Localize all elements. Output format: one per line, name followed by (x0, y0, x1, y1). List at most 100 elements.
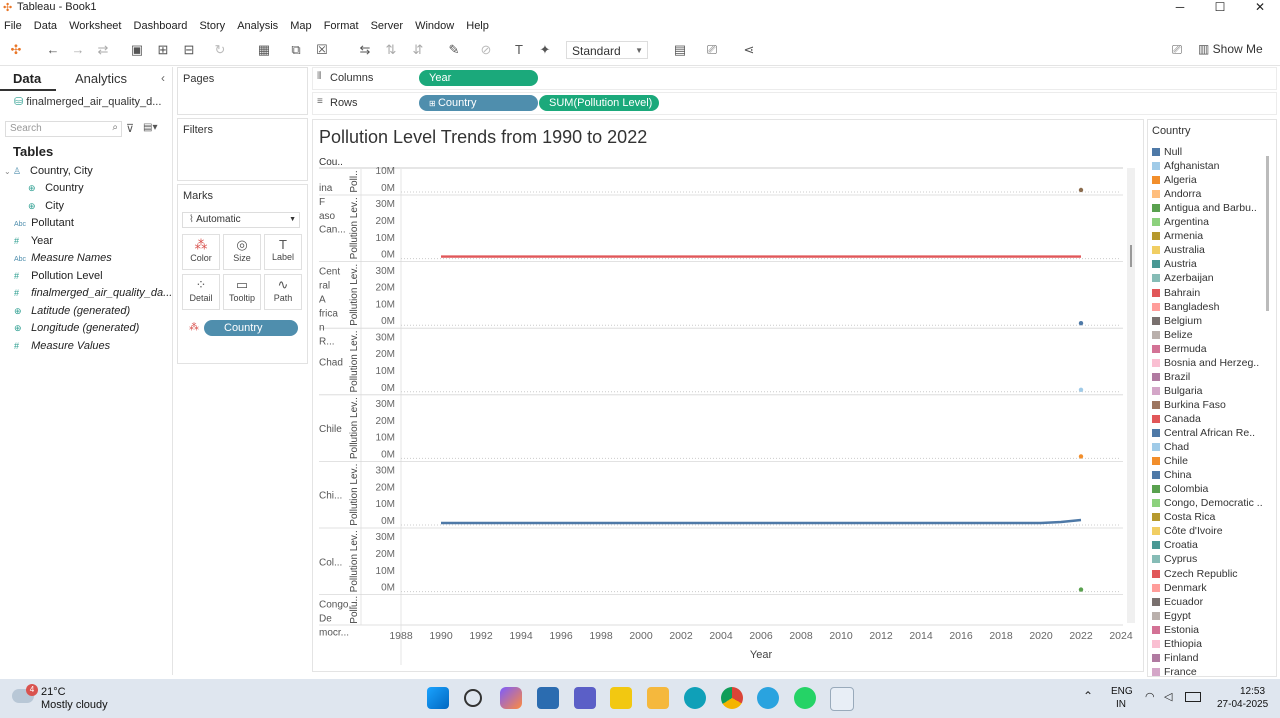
search-input[interactable]: Search ⌕ (5, 121, 122, 137)
legend-item[interactable]: Congo, Democratic .. (1152, 496, 1263, 510)
pause-updates-icon[interactable]: ⊟ (181, 42, 197, 58)
duplicate-icon[interactable]: ⧉ (288, 42, 304, 58)
tableau-taskbar-icon[interactable] (830, 687, 854, 711)
legend-item[interactable]: Czech Republic (1152, 567, 1238, 581)
legend-item[interactable]: Argentina (1152, 215, 1209, 229)
legend-item[interactable]: Azerbaijan (1152, 271, 1214, 285)
collapse-pane-icon[interactable]: ‹ (161, 71, 165, 85)
menu-server[interactable]: Server (371, 17, 403, 35)
share-icon[interactable]: ⋖ (741, 42, 757, 58)
legend-item[interactable]: Null (1152, 145, 1182, 159)
group-icon[interactable]: ⊘ (478, 42, 494, 58)
label-button[interactable]: T Label (264, 234, 302, 270)
save-icon[interactable]: ▣ (129, 42, 145, 58)
legend-item[interactable]: Costa Rica (1152, 510, 1215, 524)
field-longitude[interactable]: ⊕ Longitude (generated) (14, 320, 139, 336)
legend-item[interactable]: Bermuda (1152, 342, 1207, 356)
tab-data[interactable]: Data (13, 71, 41, 86)
pollution-row-pill[interactable]: SUM(Pollution Level) (539, 95, 659, 111)
legend-item[interactable]: Afghanistan (1152, 159, 1219, 173)
menu-format[interactable]: Format (324, 17, 359, 35)
legend-item[interactable]: Andorra (1152, 187, 1201, 201)
country-row-pill[interactable]: ⊞ Country (419, 95, 538, 111)
tooltip-button[interactable]: ▭ Tooltip (223, 274, 261, 310)
field-pollutant[interactable]: Abc Pollutant (14, 215, 74, 231)
teams-chat-icon[interactable] (537, 687, 559, 709)
copilot-icon[interactable] (500, 687, 522, 709)
legend-item[interactable]: France (1152, 665, 1197, 676)
replay-icon[interactable]: ⇄ (95, 42, 111, 58)
presentation-icon[interactable]: ⎚ (704, 42, 720, 58)
legend-item[interactable]: Finland (1152, 651, 1198, 665)
chrome-icon[interactable] (721, 687, 743, 709)
labels-icon[interactable]: T (511, 42, 527, 58)
field-measure-values[interactable]: # Measure Values (14, 338, 110, 354)
legend-item[interactable]: Algeria (1152, 173, 1197, 187)
legend-item[interactable]: Chile (1152, 454, 1188, 468)
legend-item[interactable]: Armenia (1152, 229, 1203, 243)
new-datasource-icon[interactable]: ⊞ (155, 42, 171, 58)
legend-item[interactable]: Cyprus (1152, 552, 1197, 566)
field-city[interactable]: ⊕ City (28, 198, 64, 214)
menu-window[interactable]: Window (415, 17, 454, 35)
legend-item[interactable]: Estonia (1152, 623, 1199, 637)
legend-item[interactable]: Egypt (1152, 609, 1191, 623)
region-label[interactable]: IN (1116, 699, 1126, 710)
menu-data[interactable]: Data (34, 17, 57, 35)
legend-item[interactable]: Bosnia and Herzeg.. (1152, 356, 1259, 370)
menu-help[interactable]: Help (466, 17, 489, 35)
legend-item[interactable]: Chad (1152, 440, 1189, 454)
menu-dashboard[interactable]: Dashboard (134, 17, 188, 35)
windows-start-icon[interactable] (427, 687, 449, 709)
year-column-pill[interactable]: Year (419, 70, 538, 86)
filter-fields-icon[interactable]: ⊽ (126, 122, 134, 135)
maximize-button[interactable]: ☐ (1200, 0, 1240, 16)
tableau-home-icon[interactable]: ✣ (8, 42, 24, 58)
battery-icon[interactable] (1185, 692, 1201, 702)
view-options-icon[interactable]: ▤▾ (143, 122, 157, 133)
swap-icon[interactable]: ⇆ (357, 42, 373, 58)
wifi-icon[interactable]: ◠ (1145, 690, 1155, 703)
show-cards-icon[interactable]: ▤ (672, 42, 688, 58)
detail-button[interactable]: ⁘ Detail (182, 274, 220, 310)
power-bi-icon[interactable] (610, 687, 632, 709)
redo-icon[interactable]: → (70, 42, 86, 58)
close-button[interactable]: ✕ (1240, 0, 1280, 16)
path-button[interactable]: ∿ Path (264, 274, 302, 310)
legend-item[interactable]: Colombia (1152, 482, 1208, 496)
fit-dropdown[interactable]: Standard ▼ (566, 41, 648, 59)
legend-item[interactable]: China (1152, 468, 1191, 482)
field-pollution-level[interactable]: # Pollution Level (14, 268, 103, 284)
mark-type-dropdown[interactable]: ⌇ Automatic ▼ (182, 212, 300, 228)
whatsapp-icon[interactable] (794, 687, 816, 709)
refresh-icon[interactable]: ↻ (212, 42, 228, 58)
legend-item[interactable]: Bahrain (1152, 286, 1200, 300)
teams-icon[interactable] (574, 687, 596, 709)
pages-shelf[interactable]: Pages (177, 67, 308, 115)
color-country-pill[interactable]: Country (204, 320, 298, 336)
legend-scrollbar[interactable] (1266, 156, 1269, 311)
legend-item[interactable]: Antigua and Barbu.. (1152, 201, 1257, 215)
clock-time[interactable]: 12:53 (1240, 686, 1265, 697)
volume-icon[interactable]: ◁ (1164, 690, 1172, 703)
legend-item[interactable]: Côte d'Ivoire (1152, 524, 1223, 538)
legend-item[interactable]: Belize (1152, 328, 1193, 342)
minimize-button[interactable]: ─ (1160, 0, 1200, 16)
pin-icon[interactable]: ✦ (537, 42, 553, 58)
language-label[interactable]: ENG (1111, 686, 1133, 697)
legend-item[interactable]: Denmark (1152, 581, 1207, 595)
tray-overflow-icon[interactable]: ⌃ (1083, 689, 1093, 703)
file-explorer-icon[interactable] (647, 687, 669, 709)
legend-item[interactable]: Bulgaria (1152, 384, 1203, 398)
legend-item[interactable]: Australia (1152, 243, 1205, 257)
edge-icon[interactable] (684, 687, 706, 709)
legend-item[interactable]: Austria (1152, 257, 1197, 271)
color-button[interactable]: ⁂ Color (182, 234, 220, 270)
legend-item[interactable]: Bangladesh (1152, 300, 1219, 314)
field-country[interactable]: ⊕ Country (28, 180, 84, 196)
highlight-icon[interactable]: ✎ (446, 42, 462, 58)
datasource-item[interactable]: ⛁ finalmerged_air_quality_d... (14, 95, 161, 108)
field-year[interactable]: # Year (14, 233, 53, 249)
field-country-city[interactable]: ⌄ ♙ Country, City (4, 163, 93, 179)
sort-asc-icon[interactable]: ⇅ (383, 42, 399, 58)
